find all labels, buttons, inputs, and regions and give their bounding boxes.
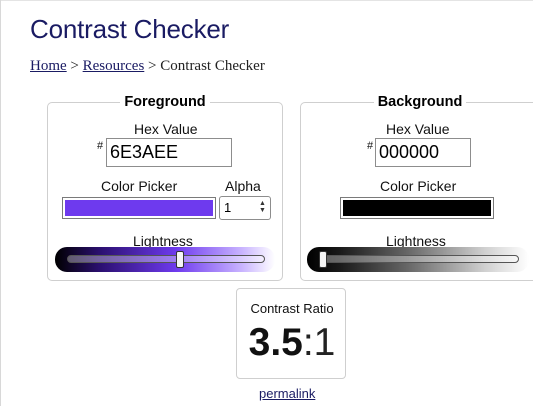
contrast-ratio-value: 3.5:1 xyxy=(237,321,347,365)
contrast-ratio-box: Contrast Ratio 3.5:1 xyxy=(236,288,346,379)
fg-lightness-thumb[interactable] xyxy=(176,251,185,268)
background-legend: Background xyxy=(377,94,463,110)
bg-color-picker[interactable] xyxy=(340,197,494,219)
fg-color-picker-label: Color Picker xyxy=(101,178,178,194)
fg-color-picker[interactable] xyxy=(62,197,216,219)
fg-lightness-slider[interactable] xyxy=(55,247,275,272)
bg-lightness-rail xyxy=(319,255,519,263)
fg-hash-symbol: # xyxy=(97,140,104,152)
page-title: Contrast Checker xyxy=(30,14,230,44)
breadcrumb-separator: > xyxy=(148,58,157,74)
breadcrumb: Home > Resources > Contrast Checker xyxy=(30,58,265,75)
fg-alpha-value: 1 xyxy=(224,200,232,215)
bg-hex-input[interactable]: 000000 xyxy=(375,138,471,167)
window-top-edge xyxy=(0,0,533,1)
fg-alpha-stepper[interactable]: 1 ▲ ▼ xyxy=(219,196,271,220)
breadcrumb-separator: > xyxy=(70,58,79,74)
bg-hex-label: Hex Value xyxy=(386,121,450,137)
fg-color-swatch xyxy=(65,200,213,216)
fg-hex-input[interactable]: 6E3AEE xyxy=(106,138,232,167)
contrast-ratio-minor: :1 xyxy=(302,321,336,364)
bg-lightness-thumb[interactable] xyxy=(319,251,327,268)
fg-hex-label: Hex Value xyxy=(134,121,198,137)
permalink-link[interactable]: permalink xyxy=(259,386,315,401)
bg-hash-symbol: # xyxy=(367,140,374,152)
breadcrumb-home-link[interactable]: Home xyxy=(30,58,67,74)
fg-alpha-label: Alpha xyxy=(225,178,261,194)
bg-color-picker-label: Color Picker xyxy=(380,178,457,194)
breadcrumb-resources-link[interactable]: Resources xyxy=(83,58,145,74)
breadcrumb-current: Contrast Checker xyxy=(160,58,265,74)
window-left-edge xyxy=(0,0,1,406)
bg-lightness-slider[interactable] xyxy=(307,247,529,272)
foreground-legend: Foreground xyxy=(124,94,206,110)
bg-color-swatch xyxy=(343,200,491,216)
contrast-ratio-label: Contrast Ratio xyxy=(250,301,334,316)
stepper-arrows-icon[interactable]: ▲ ▼ xyxy=(258,200,267,214)
fg-lightness-rail xyxy=(67,255,265,263)
contrast-ratio-major: 3.5 xyxy=(248,321,303,364)
